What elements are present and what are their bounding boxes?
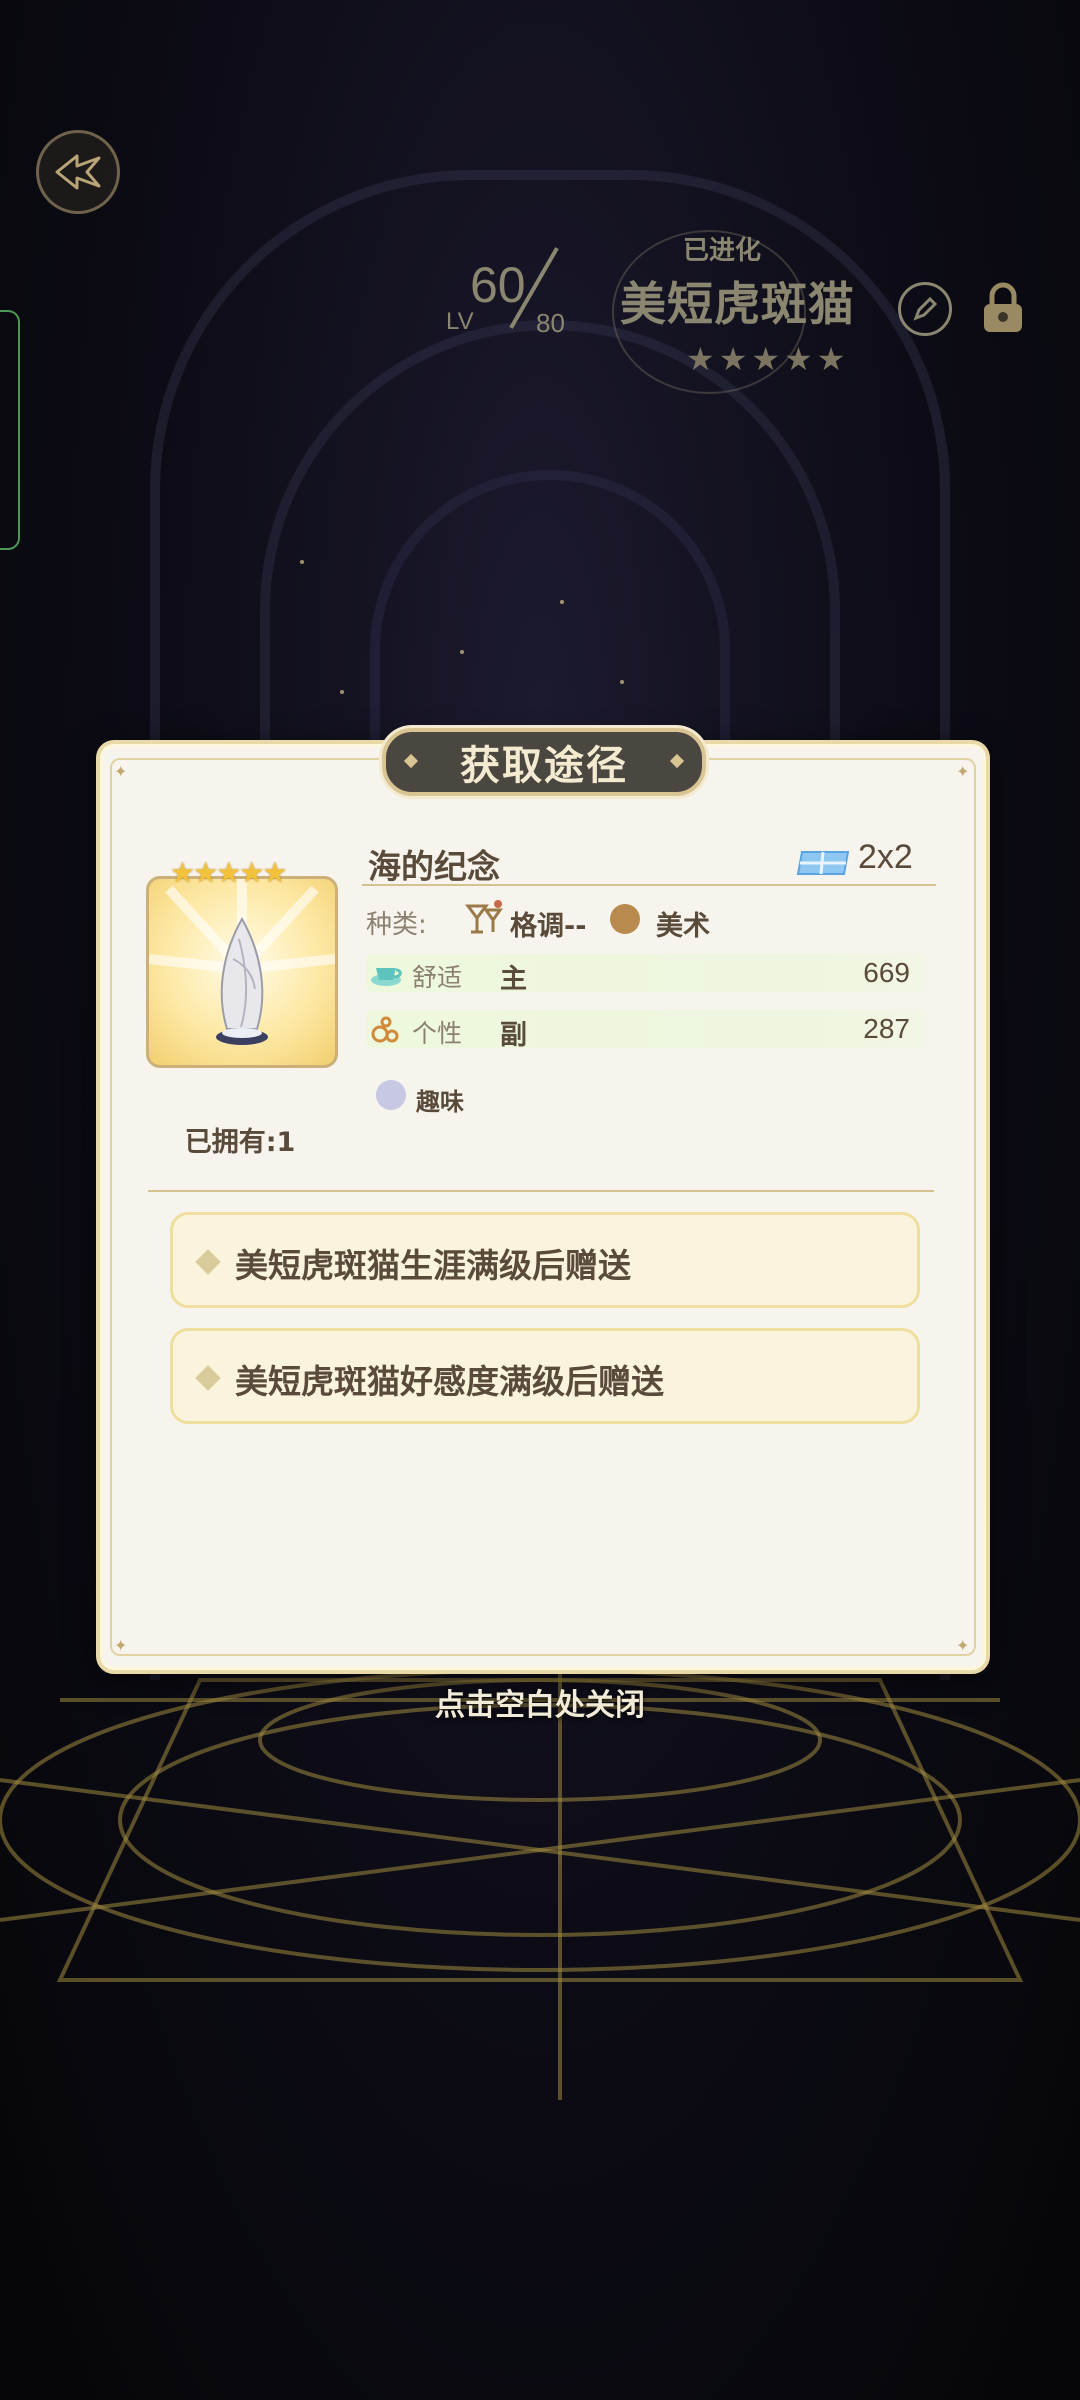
dialog-title-banner: 获取途径 (382, 728, 706, 796)
source-text: 美短虎斑猫好感度满级后赠送 (235, 1362, 664, 1401)
category-value: 格调-- (510, 911, 587, 942)
diamond-bullet-icon (195, 1249, 221, 1275)
stat-value: 287 (863, 1013, 910, 1044)
source-text: 美短虎斑猫生涯满级后赠送 (235, 1246, 631, 1285)
owned-count: 已拥有:1 (184, 1127, 296, 1158)
item-size: 2x2 (858, 838, 913, 876)
corner-ornament: ✦ (956, 1636, 970, 1655)
stat-role: 主 (500, 964, 527, 995)
section-divider (148, 1190, 934, 1192)
category-value-art: 美术 (656, 911, 710, 942)
sparkle (620, 680, 624, 684)
character-name: 美短虎斑猫 (620, 277, 855, 331)
tile-grid-icon (796, 851, 850, 875)
stat-name: 个性 (412, 1019, 463, 1048)
acquisition-dialog: ✦ ✦ ✦ ✦ 获取途径 ★★★★★ 已拥有:1 海的纪念 2x2 种类: 格调… (96, 728, 990, 1674)
bubbles-icon (371, 1016, 399, 1043)
stat-row-comfort: 舒适 主 669 (366, 954, 926, 995)
character-hud: LV 60 80 已进化 美短虎斑猫 ★★★★★ (440, 230, 1040, 400)
sparkle (300, 560, 304, 564)
evolved-label: 已进化 (683, 236, 762, 266)
title-ornament (403, 753, 419, 769)
lock-icon[interactable] (980, 280, 1026, 336)
corner-ornament: ✦ (114, 1636, 128, 1655)
pencil-icon (913, 296, 938, 321)
close-hint: 点击空白处关闭 (435, 1688, 645, 1723)
stat-value: 669 (863, 957, 910, 988)
category-label: 种类: (366, 910, 427, 940)
sparkle (560, 600, 564, 604)
stat-role: 副 (500, 1020, 527, 1051)
title-ornament (669, 753, 685, 769)
level-max: 80 (536, 308, 565, 338)
palette-icon (610, 904, 640, 934)
acquisition-source-item[interactable]: 美短虎斑猫好感度满级后赠送 (170, 1328, 920, 1424)
item-thumbnail[interactable] (146, 876, 338, 1068)
corner-ornament: ✦ (114, 762, 128, 781)
sparkle (340, 690, 344, 694)
side-tab[interactable] (0, 310, 20, 550)
edit-name-button[interactable] (898, 282, 952, 336)
divider (362, 884, 936, 886)
dialog-title: 获取途径 (460, 742, 628, 789)
level-current: 60 (470, 257, 526, 313)
cocktail-icon (465, 900, 503, 934)
sparkle (460, 650, 464, 654)
item-name: 海的纪念 (368, 847, 500, 886)
acquisition-source-item[interactable]: 美短虎斑猫生涯满级后赠送 (170, 1212, 920, 1308)
back-arrow-icon (55, 154, 101, 190)
stat-row-personality: 个性 副 287 (366, 1010, 926, 1051)
fun-icon (376, 1080, 406, 1110)
diamond-bullet-icon (195, 1365, 221, 1391)
teacup-icon (371, 968, 402, 986)
seashell-item-icon (149, 879, 335, 1045)
item-tag: 趣味 (416, 1088, 464, 1116)
corner-ornament: ✦ (956, 762, 970, 781)
stat-name: 舒适 (412, 963, 463, 992)
item-stars: ★★★★★ (170, 856, 288, 889)
back-button[interactable] (36, 130, 120, 214)
character-stars: ★★★★★ (686, 340, 850, 378)
